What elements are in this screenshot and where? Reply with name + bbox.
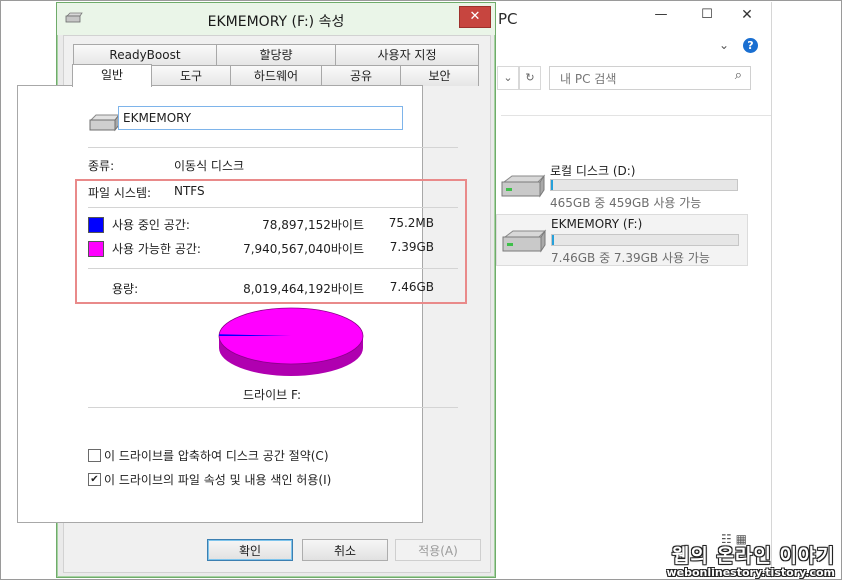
hard-drive-icon (501, 174, 546, 198)
refresh-icon[interactable]: ↻ (519, 66, 541, 90)
address-dropdown-icon[interactable]: ⌄ (497, 66, 519, 90)
maximize-button[interactable]: ☐ (693, 4, 721, 26)
explorer-search-input[interactable]: 내 PC 검색 ⌕ (549, 66, 751, 90)
usb-drive-icon (502, 229, 547, 253)
drive-name: 로컬 디스크 (D:) (550, 164, 636, 178)
index-label[interactable]: 이 드라이브의 파일 속성 및 내용 색인 허용(I) (104, 471, 331, 488)
tab-general[interactable]: 일반 (72, 64, 152, 87)
ribbon-expand-chevron-icon[interactable]: ⌄ (719, 38, 729, 52)
drive-usage-bar (551, 234, 739, 246)
tab-sharing[interactable]: 공유 (321, 65, 401, 86)
disk-usage-pie-chart (218, 307, 364, 376)
index-checkbox[interactable]: ✔ (88, 473, 101, 486)
drive-letter-label: 드라이브 F: (243, 388, 301, 402)
explorer-close-button[interactable]: ✕ (725, 4, 769, 26)
minimize-button[interactable]: — (647, 4, 675, 26)
drive-usage-fill (551, 180, 554, 190)
drive-name: EKMEMORY (F:) (551, 217, 643, 231)
highlight-box (75, 179, 467, 304)
type-label: 종류: (88, 159, 115, 173)
separator (88, 147, 458, 148)
compress-label[interactable]: 이 드라이브를 압축하여 디스크 공간 절약(C) (104, 447, 329, 464)
drive-item-d[interactable]: 로컬 디스크 (D:) 465GB 중 459GB 사용 가능 (496, 160, 746, 210)
tab-security[interactable]: 보안 (400, 65, 479, 86)
dialog-title: EKMEMORY (F:) 속성 (207, 14, 345, 30)
ok-button[interactable]: 확인 (207, 539, 293, 561)
compress-checkbox[interactable] (88, 449, 101, 462)
search-icon: ⌕ (734, 68, 742, 83)
drive-item-f[interactable]: EKMEMORY (F:) 7.46GB 중 7.39GB 사용 가능 (496, 214, 748, 266)
dialog-close-button[interactable]: ✕ (459, 6, 491, 28)
separator (88, 407, 458, 408)
explorer-divider (501, 115, 771, 116)
drive-free-text: 7.46GB 중 7.39GB 사용 가능 (551, 251, 710, 265)
watermark-title: 웹의 온라인 이야기 (671, 545, 835, 567)
apply-button[interactable]: 적용(A) (395, 539, 481, 561)
drive-usage-bar (550, 179, 738, 191)
search-placeholder: 내 PC 검색 (560, 72, 617, 86)
removable-drive-icon (89, 114, 120, 132)
tab-readyboost[interactable]: ReadyBoost (73, 44, 217, 65)
tab-hardware[interactable]: 하드웨어 (230, 65, 322, 86)
tab-customize[interactable]: 사용자 지정 (335, 44, 479, 65)
cancel-button[interactable]: 취소 (302, 539, 388, 561)
watermark-logo: 웹의 온라인 이야기 webonlinestory.tistory.com (655, 541, 835, 579)
tab-quota[interactable]: 할당량 (216, 44, 336, 65)
help-icon[interactable]: ? (743, 38, 758, 53)
watermark-url: webonlinestory.tistory.com (666, 566, 835, 579)
type-value: 이동식 디스크 (174, 159, 245, 173)
drive-usage-fill (552, 235, 554, 245)
tab-tools[interactable]: 도구 (151, 65, 231, 86)
drive-name-input[interactable] (118, 106, 403, 130)
explorer-title: PC (498, 10, 518, 28)
drive-free-text: 465GB 중 459GB 사용 가능 (550, 196, 702, 210)
